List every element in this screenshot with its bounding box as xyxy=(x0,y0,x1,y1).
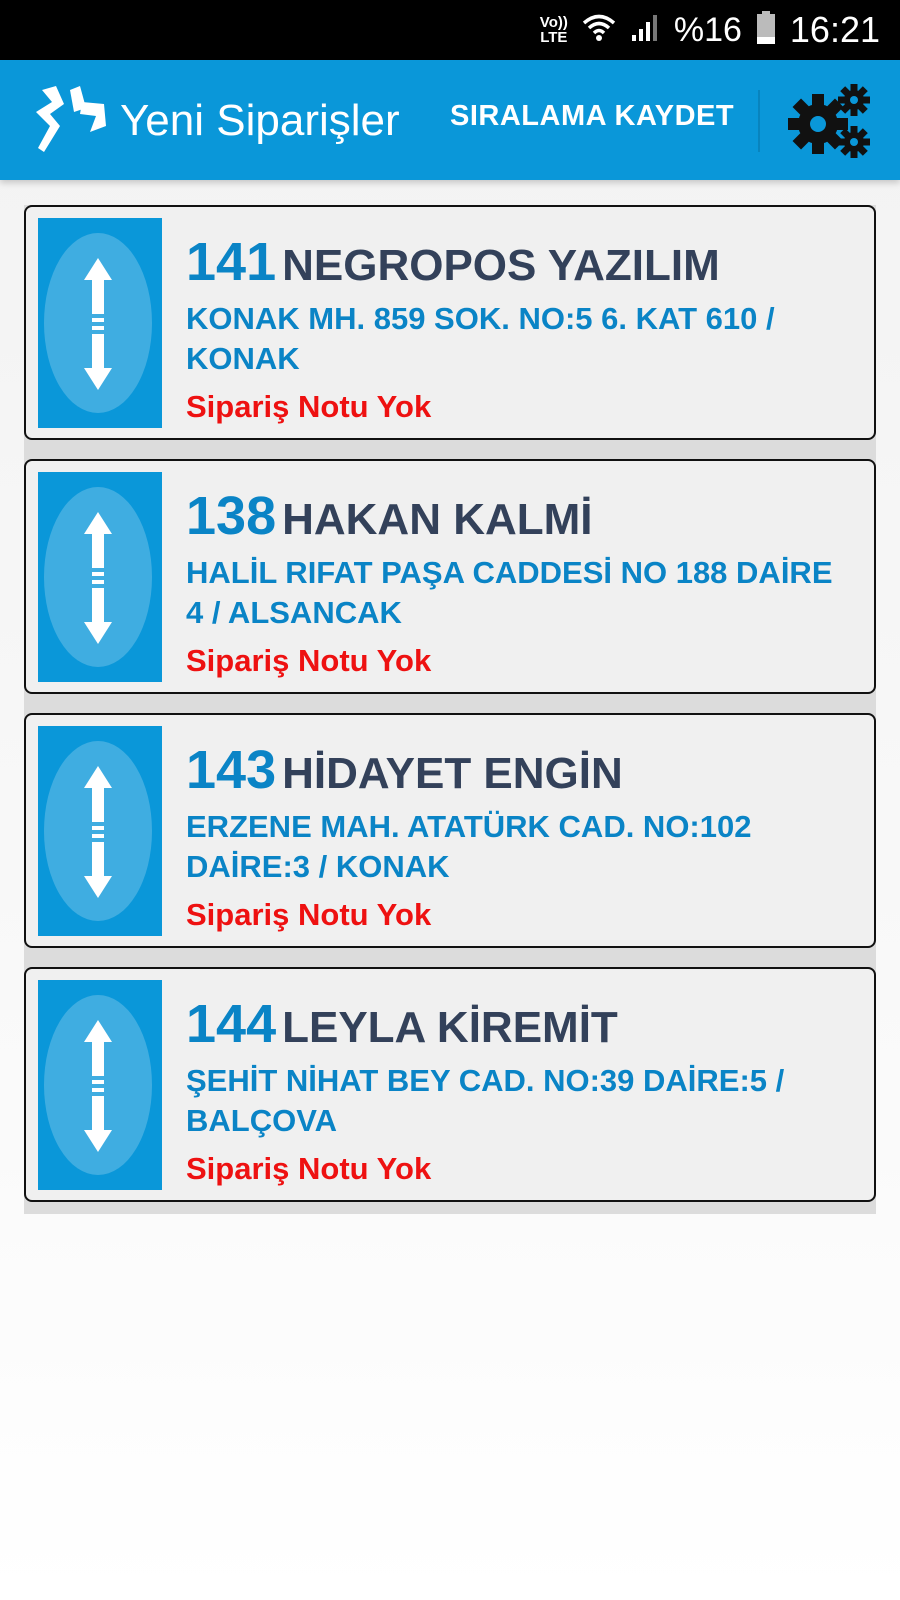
lte-indicator: Vo)) LTE xyxy=(540,15,568,45)
drag-handle[interactable] xyxy=(38,726,162,936)
order-card[interactable]: 141 NEGROPOS YAZILIM KONAK MH. 859 SOK. N… xyxy=(24,205,876,440)
order-card[interactable]: 143 HİDAYET ENGİN ERZENE MAH. ATATÜRK CAD… xyxy=(24,713,876,948)
order-title: 138 HAKAN KALMİ xyxy=(186,485,593,547)
order-note: Sipariş Notu Yok xyxy=(186,389,432,424)
drag-vertical-icon xyxy=(44,741,152,921)
drag-handle[interactable] xyxy=(38,472,162,682)
app-logo-icon xyxy=(30,82,110,158)
order-note: Sipariş Notu Yok xyxy=(186,643,432,678)
drag-vertical-icon xyxy=(44,995,152,1175)
order-address: HALİL RIFAT PAŞA CADDESİ NO 188 DAİRE 4 … xyxy=(186,555,833,630)
app-bar: Yeni Siparişler SIRALAMA KAYDET xyxy=(0,60,900,180)
order-title: 143 HİDAYET ENGİN xyxy=(186,739,623,801)
drag-vertical-icon xyxy=(44,233,152,413)
customer-name: LEYLA KİREMİT xyxy=(282,1003,618,1052)
order-address: ERZENE MAH. ATATÜRK CAD. NO:102 DAİRE:3 … xyxy=(186,809,752,884)
order-title: 141 NEGROPOS YAZILIM xyxy=(186,231,720,293)
battery-icon xyxy=(756,10,776,50)
drag-vertical-icon xyxy=(44,487,152,667)
list-item: 143 HİDAYET ENGİN ERZENE MAH. ATATÜRK CAD… xyxy=(24,706,876,960)
list-item: 144 LEYLA KİREMİT ŞEHİT NİHAT BEY CAD. NO… xyxy=(24,960,876,1214)
list-item: 138 HAKAN KALMİ HALİL RIFAT PAŞA CADDESİ … xyxy=(24,452,876,706)
order-card[interactable]: 144 LEYLA KİREMİT ŞEHİT NİHAT BEY CAD. NO… xyxy=(24,967,876,1202)
toolbar-divider xyxy=(758,90,760,152)
customer-name: HİDAYET ENGİN xyxy=(282,749,623,798)
customer-name: NEGROPOS YAZILIM xyxy=(282,241,720,290)
order-card[interactable]: 138 HAKAN KALMİ HALİL RIFAT PAŞA CADDESİ … xyxy=(24,459,876,694)
lte-label: LTE xyxy=(540,29,568,46)
gears-icon xyxy=(788,84,870,158)
order-list: 141 NEGROPOS YAZILIM KONAK MH. 859 SOK. N… xyxy=(24,205,876,1214)
order-number: 144 xyxy=(186,994,277,1054)
signal-icon xyxy=(630,13,660,48)
order-address: ŞEHİT NİHAT BEY CAD. NO:39 DAİRE:5 / BAL… xyxy=(186,1063,785,1138)
save-order-button[interactable]: SIRALAMA KAYDET xyxy=(450,100,734,133)
order-number: 143 xyxy=(186,740,277,800)
status-bar: Vo)) LTE %16 16:21 xyxy=(0,0,900,60)
battery-percent: %16 xyxy=(673,10,742,49)
page-title: Yeni Siparişler xyxy=(120,96,400,145)
order-title: 144 LEYLA KİREMİT xyxy=(186,993,618,1055)
order-number: 138 xyxy=(186,486,277,546)
drag-handle[interactable] xyxy=(38,980,162,1190)
wifi-icon xyxy=(582,12,616,49)
list-item: 141 NEGROPOS YAZILIM KONAK MH. 859 SOK. N… xyxy=(24,205,876,452)
settings-button[interactable] xyxy=(788,82,874,162)
order-note: Sipariş Notu Yok xyxy=(186,897,432,932)
clock: 16:21 xyxy=(789,9,880,50)
order-note: Sipariş Notu Yok xyxy=(186,1151,432,1186)
customer-name: HAKAN KALMİ xyxy=(282,495,593,544)
order-number: 141 xyxy=(186,232,277,292)
drag-handle[interactable] xyxy=(38,218,162,428)
order-address: KONAK MH. 859 SOK. NO:5 6. KAT 610 / KON… xyxy=(186,301,775,376)
